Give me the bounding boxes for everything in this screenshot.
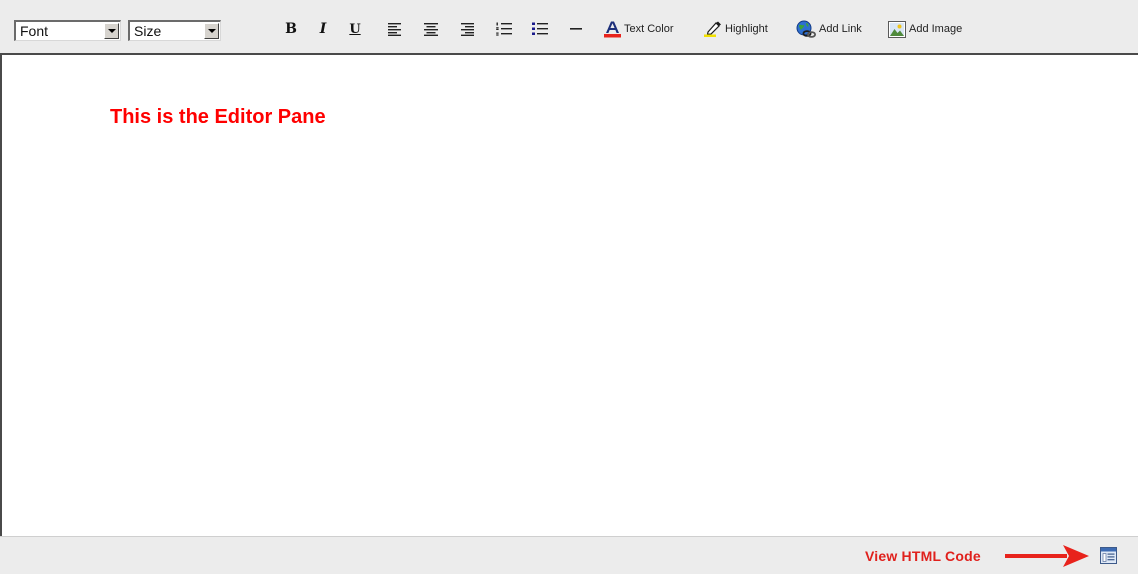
image-icon — [888, 20, 906, 38]
size-select-dropdown-arrow-icon[interactable] — [204, 23, 219, 39]
align-left-icon — [388, 22, 401, 36]
align-right-button[interactable] — [459, 18, 475, 40]
ordered-list-icon — [496, 22, 512, 36]
font-select-dropdown-arrow-icon[interactable] — [104, 23, 119, 39]
add-image-button[interactable]: Add Image — [888, 18, 978, 40]
editor-footer: View HTML Code — [0, 536, 1138, 574]
view-html-code-label: View HTML Code — [865, 548, 981, 564]
highlighter-icon — [704, 21, 721, 37]
unordered-list-icon — [532, 22, 548, 35]
text-color-label: Text Color — [624, 23, 674, 35]
text-color-icon — [604, 21, 621, 37]
align-center-icon — [424, 22, 438, 36]
font-select[interactable]: Font — [14, 20, 121, 41]
highlight-label: Highlight — [725, 23, 768, 35]
align-right-icon — [461, 22, 474, 36]
source-view-icon — [1100, 547, 1117, 564]
rich-text-editor: Font Size B I U Text Color Highlight Add… — [0, 0, 1138, 574]
size-select[interactable]: Size — [128, 20, 221, 41]
editor-toolbar: Font Size B I U Text Color Highlight Add… — [0, 0, 1138, 55]
underline-label: U — [349, 21, 361, 37]
italic-label: I — [319, 21, 327, 37]
editor-content[interactable]: This is the Editor Pane — [110, 106, 326, 129]
add-image-label: Add Image — [909, 23, 963, 35]
italic-button[interactable]: I — [314, 18, 332, 40]
unordered-list-button[interactable] — [531, 18, 549, 40]
horizontal-rule-icon — [570, 28, 582, 30]
bold-label: B — [285, 21, 297, 37]
add-link-label: Add Link — [819, 23, 862, 35]
align-left-button[interactable] — [387, 18, 403, 40]
horizontal-rule-button[interactable] — [568, 18, 584, 40]
font-select-value: Font — [20, 23, 49, 39]
bold-button[interactable]: B — [282, 18, 300, 40]
align-center-button[interactable] — [423, 18, 439, 40]
globe-link-icon — [796, 20, 816, 38]
size-select-value: Size — [134, 23, 162, 39]
red-arrow-pointer-icon — [1005, 545, 1089, 567]
text-color-button[interactable]: Text Color — [604, 18, 690, 40]
add-link-button[interactable]: Add Link — [796, 18, 878, 40]
view-html-code-button[interactable] — [1100, 547, 1118, 570]
ordered-list-button[interactable] — [495, 18, 513, 40]
editor-pane[interactable]: This is the Editor Pane — [0, 55, 1138, 536]
highlight-button[interactable]: Highlight — [704, 18, 784, 40]
underline-button[interactable]: U — [346, 18, 364, 40]
